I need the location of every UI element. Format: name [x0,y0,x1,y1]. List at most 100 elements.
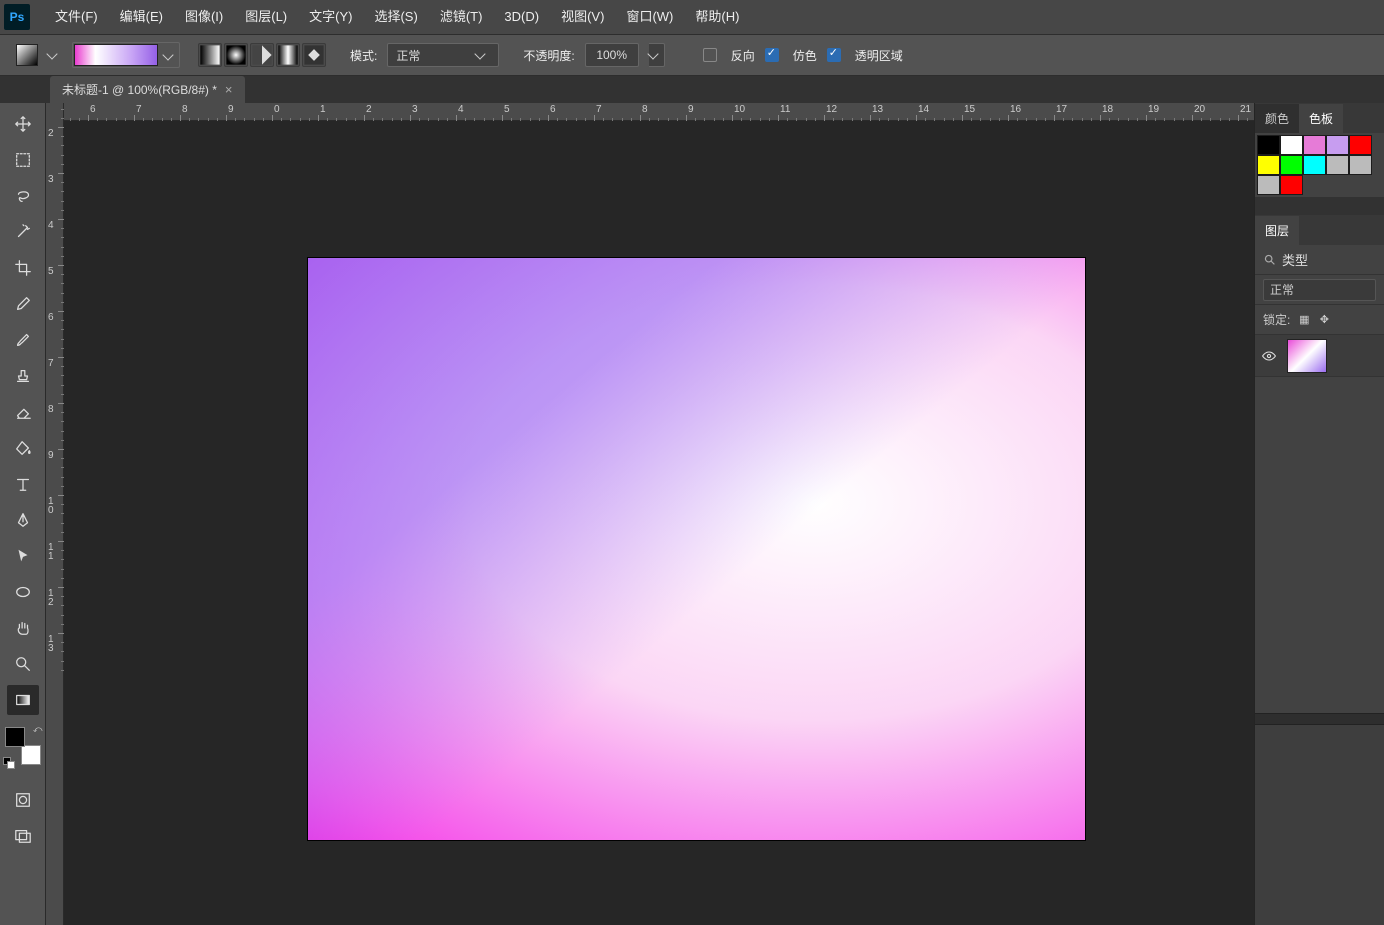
tools-panel: ⤺ [0,103,46,925]
paint-bucket-tool[interactable] [7,433,39,463]
foreground-color-swatch[interactable] [5,727,25,747]
canvas-area[interactable]: 2345678910111213 67890123456789101112131… [46,103,1254,925]
move-tool[interactable] [7,109,39,139]
swap-colors-icon[interactable]: ⤺ [33,724,43,735]
swatch[interactable] [1280,155,1303,175]
layer-filter-row: 类型 [1255,245,1384,275]
dither-label: 仿色 [793,47,817,64]
gradient-tool[interactable] [7,685,39,715]
dither-checkbox[interactable] [765,48,779,62]
lower-empty-panel [1255,725,1384,925]
search-icon [1263,253,1276,266]
gradient-picker[interactable] [72,42,180,68]
reverse-label: 反向 [731,47,755,64]
background-color-swatch[interactable] [21,745,41,765]
opacity-stepper[interactable] [649,43,665,67]
menu-bar: Ps 文件(F) 编辑(E) 图像(I) 图层(L) 文字(Y) 选择(S) 滤… [0,0,1384,34]
menu-image[interactable]: 图像(I) [174,0,234,34]
brush-tool[interactable] [7,325,39,355]
document-tab[interactable]: 未标题-1 @ 100%(RGB/8#) * × [50,76,245,103]
swatch[interactable] [1257,135,1280,155]
layer-blend-row: 正常 [1255,275,1384,305]
radial-gradient-icon[interactable] [224,43,248,67]
hand-tool[interactable] [7,613,39,643]
chevron-down-icon [648,48,659,59]
tab-swatches[interactable]: 色板 [1299,104,1343,133]
menu-layer[interactable]: 图层(L) [234,0,298,34]
swatch[interactable] [1280,175,1303,195]
gradient-dropdown-icon[interactable] [162,49,173,60]
menu-file[interactable]: 文件(F) [44,0,109,34]
tab-layers[interactable]: 图层 [1255,216,1299,245]
menu-view[interactable]: 视图(V) [550,0,615,34]
visibility-toggle-icon[interactable] [1261,348,1277,364]
tool-preset-dropdown-icon[interactable] [46,48,57,59]
vertical-ruler[interactable]: 2345678910111213 [46,103,64,925]
menu-filter[interactable]: 滤镜(T) [429,0,494,34]
layer-lock-row: 锁定: ▦ ✥ [1255,305,1384,335]
menu-select[interactable]: 选择(S) [363,0,428,34]
swatch[interactable] [1303,135,1326,155]
linear-gradient-icon[interactable] [198,43,222,67]
reflected-gradient-icon[interactable] [276,43,300,67]
swatch[interactable] [1257,175,1280,195]
zoom-tool[interactable] [7,649,39,679]
swatches-grid [1255,133,1384,197]
swatch[interactable] [1257,155,1280,175]
reverse-checkbox[interactable] [703,48,717,62]
quick-mask-tool[interactable] [7,785,39,815]
default-colors-icon[interactable] [3,757,12,766]
right-panels: 颜色 色板 图层 类型 正常 锁定: ▦ ✥ [1254,103,1384,925]
swatch[interactable] [1349,155,1372,175]
tool-preset-swatch[interactable] [16,44,38,66]
document-canvas[interactable] [308,258,1085,840]
path-selection-tool[interactable] [7,541,39,571]
eyedropper-tool[interactable] [7,289,39,319]
panel-separator[interactable] [1255,713,1384,725]
pen-tool[interactable] [7,505,39,535]
tab-extra[interactable] [1299,233,1384,245]
marquee-tool[interactable] [7,145,39,175]
lock-pixels-icon[interactable]: ▦ [1296,312,1312,328]
options-bar: 模式: 正常 不透明度: 100% 反向 仿色 透明区域 [0,34,1384,76]
color-swatches[interactable]: ⤺ [5,727,41,765]
swatch[interactable] [1326,135,1349,155]
blend-mode-select[interactable]: 正常 [387,43,499,67]
menu-3d[interactable]: 3D(D) [493,0,550,34]
angle-gradient-icon[interactable] [250,43,274,67]
transparency-label: 透明区域 [855,47,903,64]
stamp-tool[interactable] [7,361,39,391]
screen-mode-tool[interactable] [7,821,39,851]
close-icon[interactable]: × [225,82,233,97]
magic-wand-tool[interactable] [7,217,39,247]
type-tool[interactable] [7,469,39,499]
app-icon: Ps [4,4,30,30]
lock-position-icon[interactable]: ✥ [1316,312,1332,328]
gradient-type-group [200,43,326,67]
layer-filter-label[interactable]: 类型 [1282,250,1308,269]
swatch[interactable] [1280,135,1303,155]
swatch[interactable] [1326,155,1349,175]
menu-help[interactable]: 帮助(H) [684,0,750,34]
crop-tool[interactable] [7,253,39,283]
menu-window[interactable]: 窗口(W) [615,0,684,34]
lock-label: 锁定: [1263,311,1290,328]
layers-panel-tabs: 图层 [1255,215,1384,245]
layer-blend-select[interactable]: 正常 [1263,279,1376,301]
swatch[interactable] [1303,155,1326,175]
horizontal-ruler[interactable]: 67890123456789101112131415161718192021 [64,103,1254,121]
document-tab-title: 未标题-1 @ 100%(RGB/8#) * [62,81,217,98]
swatch[interactable] [1349,135,1372,155]
transparency-checkbox[interactable] [827,48,841,62]
diamond-gradient-icon[interactable] [302,43,326,67]
opacity-input[interactable]: 100% [585,43,639,67]
tab-color[interactable]: 颜色 [1255,104,1299,133]
menu-type[interactable]: 文字(Y) [298,0,363,34]
lasso-tool[interactable] [7,181,39,211]
layer-thumbnail[interactable] [1287,339,1327,373]
layer-row[interactable] [1255,335,1384,377]
shape-tool[interactable] [7,577,39,607]
canvas-gradient-overlay [308,258,1085,840]
eraser-tool[interactable] [7,397,39,427]
menu-edit[interactable]: 编辑(E) [109,0,174,34]
